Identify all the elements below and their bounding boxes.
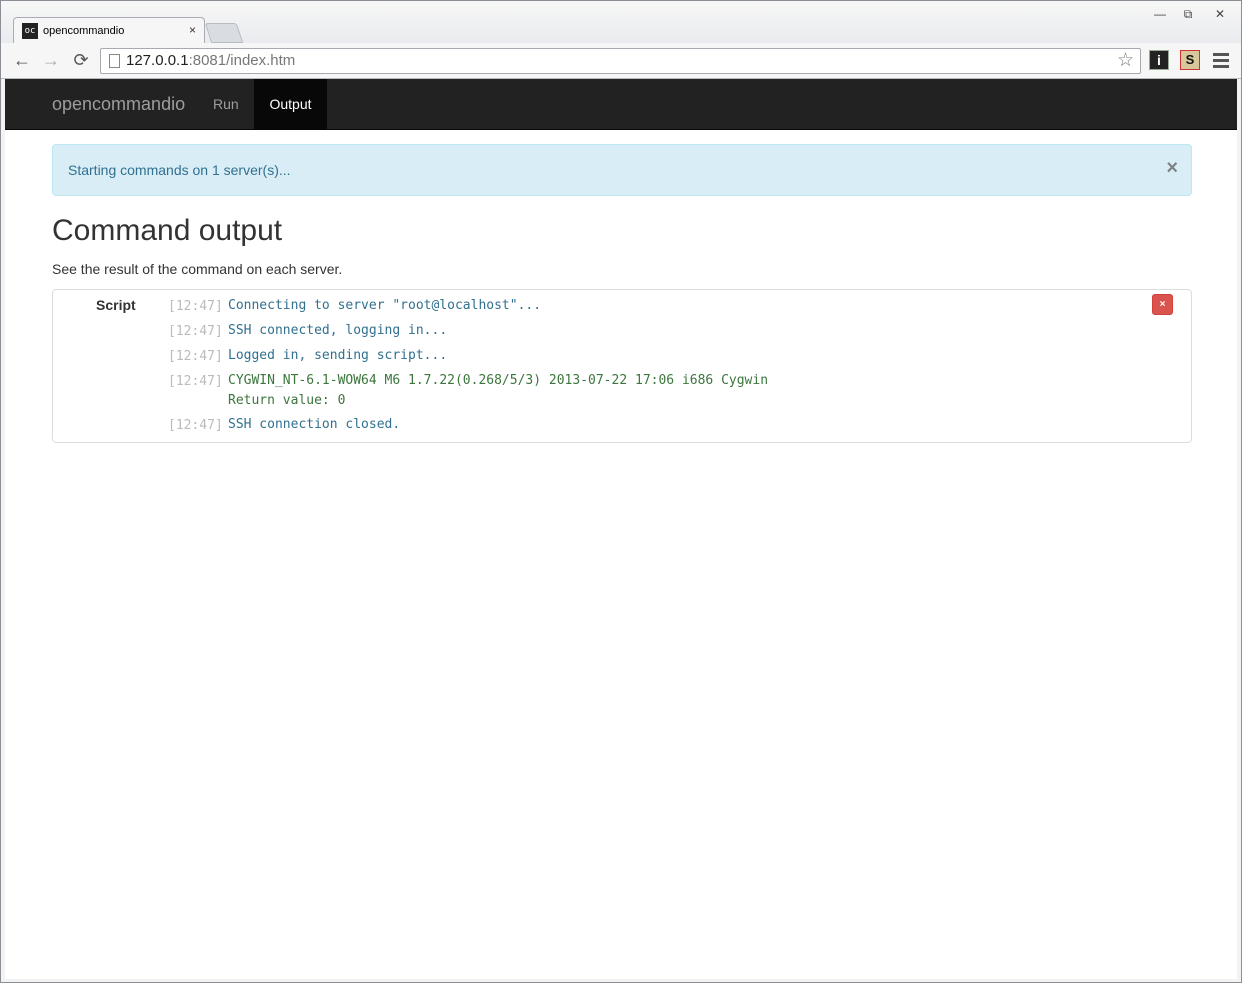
minimize-icon[interactable]: —: [1149, 7, 1171, 21]
log-text: SSH connection closed.: [228, 417, 401, 432]
page-content: opencommandio Run Output Starting comman…: [5, 79, 1237, 979]
output-panel: Script [12:47] Connecting to server "roo…: [52, 289, 1192, 443]
page-title: Command output: [52, 214, 283, 247]
title-bar: oc opencommandio × — ⧉ ✕: [1, 1, 1241, 44]
nav-item-run[interactable]: Run: [198, 79, 254, 129]
log-timestamp: [12:47]: [168, 374, 223, 389]
log-text: Connecting to server "root@localhost"...: [228, 298, 542, 313]
server-label: Script: [96, 297, 136, 313]
log-text: SSH connected, logging in...: [228, 323, 448, 338]
navbar-brand[interactable]: opencommandio: [52, 94, 185, 115]
url-path: :8081/index.htm: [188, 52, 296, 69]
browser-menu-icon[interactable]: [1213, 50, 1229, 68]
log-timestamp: [12:47]: [168, 418, 223, 433]
log-timestamp: [12:47]: [168, 299, 223, 314]
bookmark-star-icon[interactable]: ☆: [1117, 49, 1134, 72]
restore-icon[interactable]: ⧉: [1177, 7, 1199, 22]
tab-close-icon[interactable]: ×: [189, 23, 196, 37]
page-subtitle: See the result of the command on each se…: [52, 261, 343, 277]
log-return-value: Return value: 0: [228, 393, 346, 408]
address-bar[interactable]: 127.0.0.1:8081/index.htm ☆: [100, 48, 1141, 74]
new-tab-button[interactable]: [204, 23, 244, 43]
top-navbar: opencommandio Run Output: [5, 79, 1237, 130]
log-timestamp: [12:47]: [168, 349, 223, 364]
alert-message: Starting commands on 1 server(s)...: [68, 162, 291, 178]
app-favicon-icon: oc: [22, 23, 38, 39]
log-timestamp: [12:47]: [168, 324, 223, 339]
extension-s-icon[interactable]: S: [1180, 50, 1200, 70]
page-icon: [109, 54, 120, 68]
forward-icon[interactable]: →: [40, 49, 62, 71]
back-icon[interactable]: ←: [11, 49, 33, 71]
browser-toolbar: ← → ⟳ 127.0.0.1:8081/index.htm ☆ i S: [1, 43, 1241, 79]
log-result-text: CYGWIN_NT-6.1-WOW64 M6 1.7.22(0.268/5/3)…: [228, 373, 769, 388]
url-text[interactable]: 127.0.0.1:8081/index.htm: [126, 52, 295, 69]
extension-info-icon[interactable]: i: [1149, 50, 1169, 70]
info-alert: Starting commands on 1 server(s)... ×: [52, 144, 1192, 196]
remove-output-button[interactable]: ×: [1152, 294, 1173, 315]
log-text: Logged in, sending script...: [228, 348, 448, 363]
reload-icon[interactable]: ⟳: [70, 49, 92, 71]
url-host: 127.0.0.1: [126, 52, 189, 69]
window-close-icon[interactable]: ✕: [1209, 7, 1231, 21]
browser-tab[interactable]: oc opencommandio ×: [13, 17, 205, 44]
nav-item-output[interactable]: Output: [254, 79, 327, 129]
alert-close-icon[interactable]: ×: [1166, 157, 1178, 180]
browser-window: oc opencommandio × — ⧉ ✕ ← → ⟳ 127.0.0.1…: [0, 0, 1242, 983]
tab-title: opencommandio: [43, 25, 125, 37]
